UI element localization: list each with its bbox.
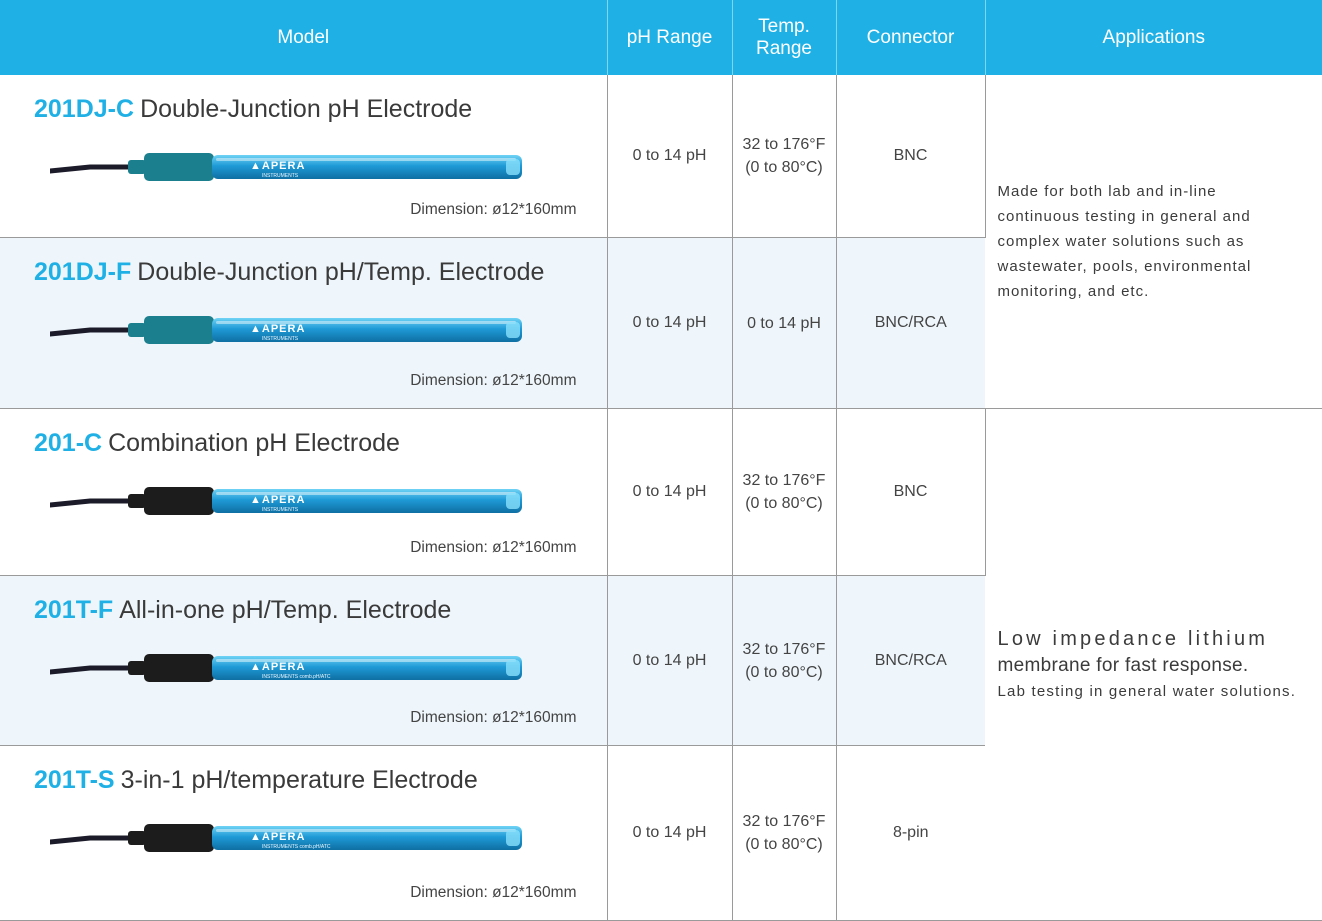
probe-logo-text: ▲APERA [250, 323, 305, 335]
temp-range-cell: 32 to 176°F (0 to 80°C) [732, 575, 837, 746]
ph-range-cell: 0 to 14 pH [607, 75, 733, 238]
temp-range-cell: 32 to 176°F (0 to 80°C) [732, 75, 837, 238]
header-ph-range: pH Range [607, 0, 733, 75]
header-temp-range: Temp. Range [732, 0, 837, 75]
probe-strain-relief [128, 831, 146, 845]
applications-text-group1: Made for both lab and in-line continuous… [997, 183, 1252, 300]
table-header-row: Model pH Range Temp. Range Connector Appl… [0, 0, 1322, 75]
probe-logo-subtext: INSTRUMENTS [262, 507, 299, 513]
probe-logo-text: ▲APERA [250, 661, 305, 673]
model-title: 201T-S 3-in-1 pH/temperature Electrode [34, 766, 478, 795]
electrode-probe-image: ▲APERAINSTRUMENTS [50, 487, 522, 515]
probe-logo-subtext: INSTRUMENTS [262, 336, 299, 342]
probe-cable [50, 665, 135, 675]
model-cell: 201DJ-F Double-Junction pH/Temp. Electrod… [0, 237, 608, 409]
model-name: Double-Junction pH/Temp. Electrode [137, 258, 545, 286]
temp-range-text: 32 to 176°F (0 to 80°C) [742, 813, 826, 853]
header-applications: Applications [985, 0, 1322, 75]
applications-text-group2: Low impedance lithium membrane for fast … [998, 625, 1305, 704]
probe-cap [144, 654, 214, 682]
electrode-probe-image: ▲APERAINSTRUMENTS comb.pH/ATC [50, 654, 522, 682]
model-title: 201-C Combination pH Electrode [34, 429, 400, 458]
probe-cable [50, 164, 135, 174]
ph-range-cell: 0 to 14 pH [607, 408, 733, 576]
dimension-text: Dimension: ø12*160mm [410, 539, 577, 556]
model-name: Combination pH Electrode [108, 429, 400, 457]
header-temp-range-text: Temp. Range [756, 15, 812, 59]
probe-cap [144, 316, 214, 344]
model-title: 201DJ-C Double-Junction pH Electrode [34, 95, 472, 124]
dimension-text: Dimension: ø12*160mm [410, 884, 577, 901]
model-title: 201DJ-F Double-Junction pH/Temp. Electrod… [34, 258, 544, 287]
table-row: 201-C Combination pH Electrode ▲APERA INST… [0, 408, 1322, 921]
probe-logo-subtext: INSTRUMENTS [262, 173, 299, 179]
probe-strain-relief [128, 160, 146, 174]
temp-range-cell: 32 to 176°F (0 to 80°C) [732, 408, 837, 576]
probe-strain-relief [128, 494, 146, 508]
temp-range-text: 32 to 176°F (0 to 80°C) [742, 136, 826, 176]
probe-cable [50, 835, 135, 845]
model-name: 3-in-1 pH/temperature Electrode [120, 766, 478, 794]
applications-line: membrane for fast response. [997, 655, 1249, 676]
model-cell: 201DJ-C Double-Junction pH Electrode ▲APE… [0, 75, 608, 238]
connector-cell: 8-pin [836, 745, 985, 921]
header-connector: Connector [836, 0, 986, 75]
probe-cap [144, 153, 214, 181]
header-model: Model [0, 0, 608, 75]
model-cell: 201-C Combination pH Electrode ▲APERA INST… [0, 408, 608, 576]
electrode-probe-image: ▲APERAINSTRUMENTS comb.pH/ATC [50, 824, 522, 852]
applications-line: Low impedance lithium [997, 628, 1269, 650]
temp-range-text: 32 to 176°F (0 to 80°C) [742, 472, 826, 512]
connector-cell: BNC [836, 408, 986, 576]
probe-tip [506, 159, 520, 175]
probe-logo-text: ▲APERA [250, 160, 305, 172]
electrode-probe-image: ▲APERAINSTRUMENTS [50, 153, 522, 181]
dimension-text: Dimension: ø12*160mm [410, 201, 577, 218]
ph-range-cell: 0 to 14 pH [607, 237, 733, 409]
probe-logo-text: ▲APERA [250, 831, 305, 843]
temp-range-text: 32 to 176°F (0 to 80°C) [742, 640, 826, 681]
applications-cell-group2: Low impedance lithium membrane for fast … [985, 408, 1322, 921]
model-cell: 201T-F All-in-one pH/Temp. Electrode ▲APE… [0, 575, 608, 746]
temp-range-cell: 0 to 14 pH [732, 237, 837, 409]
dimension-text: Dimension: ø12*160mm [410, 372, 577, 389]
temp-range-text: 0 to 14 pH [747, 314, 821, 332]
probe-strain-relief [128, 661, 146, 675]
model-code: 201T-S [34, 766, 115, 794]
probe-logo-subtext: INSTRUMENTS comb.pH/ATC [262, 844, 331, 850]
connector-cell: BNC [836, 75, 986, 238]
probe-strain-relief [128, 323, 146, 337]
model-code: 201-C [34, 429, 103, 457]
ph-range-cell: 0 to 14 pH [607, 745, 733, 921]
probe-logo-subtext: INSTRUMENTS comb.pH/ATC [262, 674, 331, 680]
table-row: 201DJ-C Double-Junction pH Electrode ▲APE… [0, 75, 1322, 409]
model-cell: 201T-S 3-in-1 pH/temperature Electrode ▲A… [0, 745, 608, 921]
probe-cap [144, 824, 214, 852]
applications-line: Lab testing in general water solutions. [997, 683, 1297, 700]
connector-cell: BNC/RCA [836, 575, 985, 746]
applications-cell-group1: Made for both lab and in-line continuous… [985, 75, 1322, 409]
probe-tip [506, 493, 520, 509]
model-code: 201T-F [34, 596, 114, 624]
probe-tip [506, 322, 520, 338]
model-code: 201DJ-C [34, 95, 135, 123]
probe-cap [144, 487, 214, 515]
probe-logo-text: ▲APERA [250, 494, 305, 506]
connector-cell: BNC/RCA [836, 237, 985, 409]
probe-tip [506, 830, 520, 846]
ph-range-cell: 0 to 14 pH [607, 575, 733, 746]
electrode-probe-image: ▲APERAINSTRUMENTS [50, 316, 522, 344]
electrode-comparison-table: Model pH Range Temp. Range Connector Appl… [0, 0, 1322, 921]
model-name: Double-Junction pH Electrode [140, 95, 473, 123]
probe-cable [50, 327, 135, 337]
model-name: All-in-one pH/Temp. Electrode [119, 596, 452, 624]
dimension-text: Dimension: ø12*160mm [410, 709, 577, 726]
model-title: 201T-F All-in-one pH/Temp. Electrode [34, 596, 451, 625]
probe-cable [50, 498, 135, 508]
model-code: 201DJ-F [34, 258, 132, 286]
probe-tip [506, 660, 520, 676]
temp-range-cell: 32 to 176°F (0 to 80°C) [732, 745, 837, 921]
